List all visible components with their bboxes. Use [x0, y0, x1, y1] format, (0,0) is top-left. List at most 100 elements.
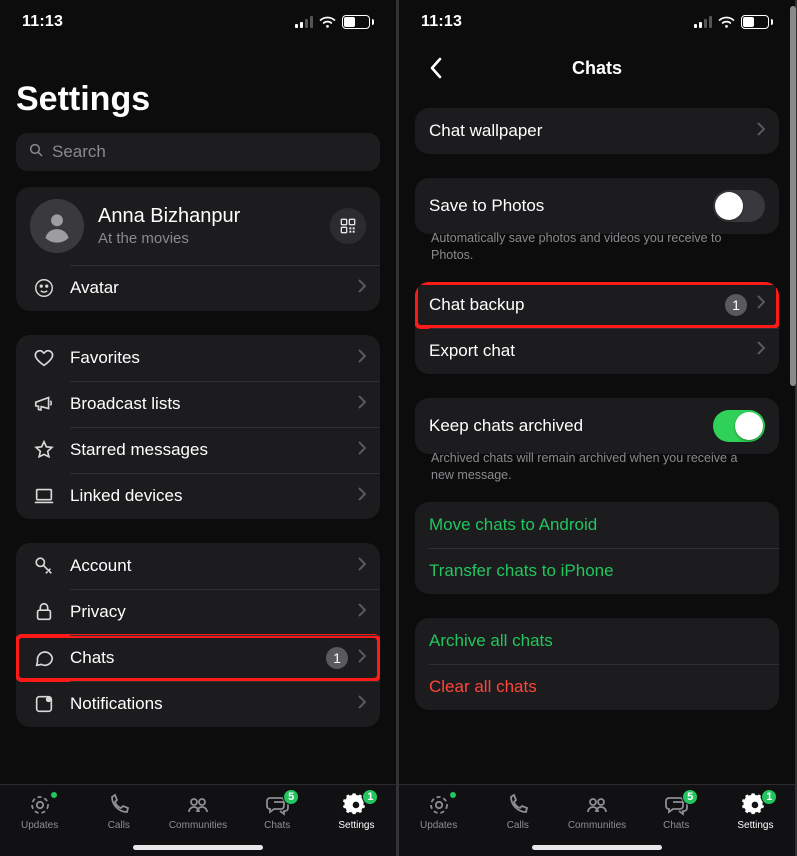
broadcast-row[interactable]: Broadcast lists [16, 381, 380, 427]
row-label: Save to Photos [429, 196, 713, 216]
row-label: Move chats to Android [429, 515, 765, 535]
chevron-right-icon [358, 487, 366, 506]
save-photos-toggle[interactable] [713, 190, 765, 222]
tab-settings[interactable]: 1 Settings [716, 793, 795, 831]
row-label: Favorites [70, 348, 358, 368]
badge: 1 [725, 294, 747, 316]
chevron-right-icon [358, 695, 366, 714]
tab-label: Updates [21, 820, 58, 831]
tab-label: Communities [169, 820, 227, 831]
profile-name: Anna Bizhanpur [98, 205, 316, 228]
linked-devices-row[interactable]: Linked devices [16, 473, 380, 519]
row-label: Chat wallpaper [429, 121, 757, 141]
home-indicator[interactable] [532, 845, 662, 850]
tab-communities[interactable]: Communities [158, 793, 237, 831]
nav-title: Chats [572, 58, 622, 79]
chats-settings-content: Chats Chat wallpaper Save to Photos Auto… [399, 44, 795, 784]
badge: 5 [283, 789, 299, 805]
tab-calls[interactable]: Calls [478, 793, 557, 831]
dot-badge [50, 791, 58, 799]
search-input[interactable]: Search [16, 133, 380, 171]
cellular-icon [694, 16, 712, 28]
archive-all-row[interactable]: Archive all chats [415, 618, 779, 664]
page-scrollbar[interactable] [789, 0, 797, 856]
tab-chats[interactable]: 5 Chats [637, 793, 716, 831]
communities-icon [185, 793, 211, 817]
chat-wallpaper-row[interactable]: Chat wallpaper [415, 108, 779, 154]
row-label: Export chat [429, 341, 757, 361]
key-icon [30, 555, 58, 577]
status-bar: 11:13 44 [0, 0, 396, 44]
row-label: Chat backup [429, 295, 725, 315]
row-label: Broadcast lists [70, 394, 358, 414]
transfer-group: Move chats to Android Transfer chats to … [415, 502, 779, 594]
dot-badge [449, 791, 457, 799]
starred-row[interactable]: Starred messages [16, 427, 380, 473]
laptop-icon [30, 485, 58, 507]
tab-chats[interactable]: 5 Chats [238, 793, 317, 831]
row-label: Linked devices [70, 486, 358, 506]
profile-row[interactable]: Anna Bizhanpur At the movies [16, 187, 380, 265]
scrollbar-thumb[interactable] [790, 6, 796, 386]
tab-updates[interactable]: Updates [0, 793, 79, 831]
clock: 11:13 [22, 13, 63, 31]
status-bar: 11:13 44 [399, 0, 795, 44]
privacy-row[interactable]: Privacy [16, 589, 380, 635]
keep-archived-row[interactable]: Keep chats archived [415, 398, 779, 454]
lock-icon [30, 601, 58, 623]
tab-settings[interactable]: 1 Settings [317, 793, 396, 831]
chevron-right-icon [358, 649, 366, 668]
chats-row[interactable]: Chats 1 [16, 635, 380, 681]
cellular-icon [295, 16, 313, 28]
communities-icon [584, 793, 610, 817]
tab-label: Chats [663, 820, 689, 831]
phone-icon [106, 793, 132, 817]
chevron-right-icon [358, 349, 366, 368]
keep-archived-toggle[interactable] [713, 410, 765, 442]
settings-content: Settings Search Anna Bizhanpur At the mo… [0, 44, 396, 784]
chevron-right-icon [358, 557, 366, 576]
backup-group: Chat backup 1 Export chat [415, 282, 779, 374]
row-label: Keep chats archived [429, 416, 713, 436]
home-indicator[interactable] [133, 845, 263, 850]
row-label: Account [70, 556, 358, 576]
archive-group: Keep chats archived [415, 398, 779, 454]
save-to-photos-row[interactable]: Save to Photos [415, 178, 779, 234]
badge: 1 [761, 789, 777, 805]
tab-calls[interactable]: Calls [79, 793, 158, 831]
search-icon [28, 142, 44, 163]
avatar [30, 199, 84, 253]
tab-label: Chats [264, 820, 290, 831]
row-label: Avatar [70, 278, 358, 298]
favorites-row[interactable]: Favorites [16, 335, 380, 381]
tab-communities[interactable]: Communities [557, 793, 636, 831]
move-android-row[interactable]: Move chats to Android [415, 502, 779, 548]
chevron-right-icon [358, 603, 366, 622]
clock: 11:13 [421, 13, 462, 31]
row-label: Privacy [70, 602, 358, 622]
transfer-iphone-row[interactable]: Transfer chats to iPhone [415, 548, 779, 594]
chat-backup-row[interactable]: Chat backup 1 [415, 282, 779, 328]
favorites-group: Favorites Broadcast lists Starred messag… [16, 335, 380, 519]
row-label: Archive all chats [429, 631, 765, 651]
updates-icon [426, 793, 452, 817]
profile-group: Anna Bizhanpur At the movies Avatar [16, 187, 380, 311]
wifi-icon [319, 16, 336, 29]
chat-bubble-icon [30, 647, 58, 669]
export-chat-row[interactable]: Export chat [415, 328, 779, 374]
badge: 5 [682, 789, 698, 805]
qr-button[interactable] [330, 208, 366, 244]
tab-updates[interactable]: Updates [399, 793, 478, 831]
page-title: Settings [16, 80, 380, 119]
back-button[interactable] [415, 44, 455, 92]
tab-label: Calls [507, 820, 529, 831]
battery-icon: 44 [342, 15, 374, 29]
account-row[interactable]: Account [16, 543, 380, 589]
clear-all-row[interactable]: Clear all chats [415, 664, 779, 710]
avatar-row[interactable]: Avatar [16, 265, 380, 311]
search-placeholder: Search [52, 142, 106, 162]
row-label: Notifications [70, 694, 358, 714]
notifications-row[interactable]: Notifications [16, 681, 380, 727]
star-icon [30, 439, 58, 461]
megaphone-icon [30, 393, 58, 415]
